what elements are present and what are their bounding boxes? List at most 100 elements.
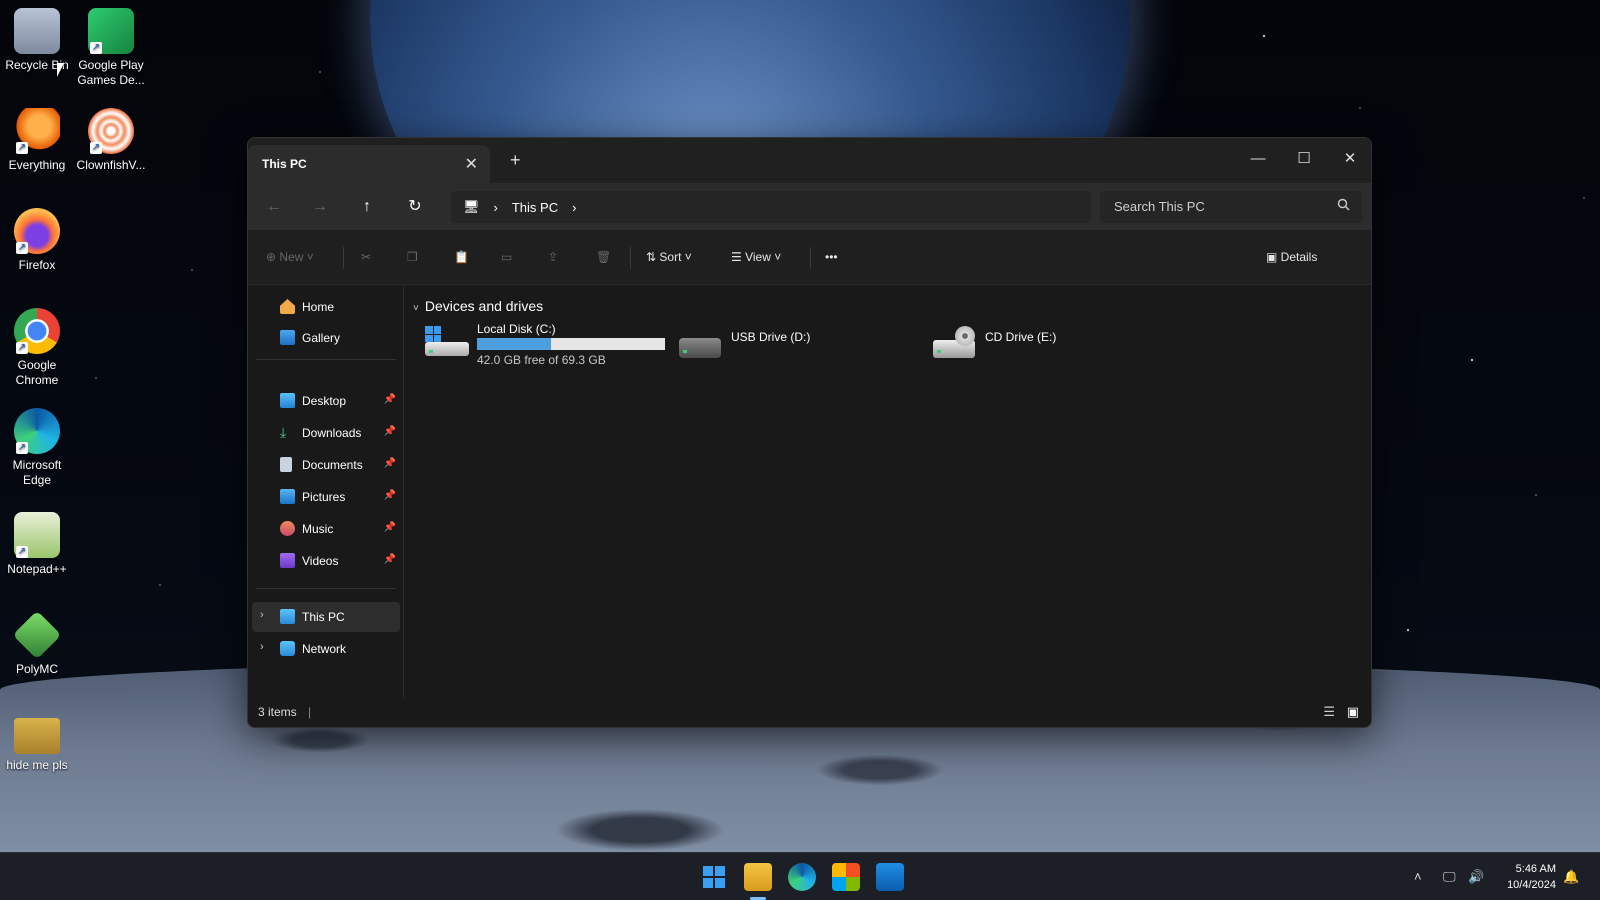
- sidebar-item-documents[interactable]: Documents 📌: [252, 450, 400, 480]
- new-tab-button[interactable]: +: [510, 150, 521, 171]
- sidebar-item-label: Music: [302, 522, 334, 536]
- edge-taskbar-icon[interactable]: [788, 863, 816, 891]
- desktop-folder-icon: [280, 393, 295, 408]
- google-play-games-icon: ↗: [88, 8, 134, 54]
- rename-icon[interactable]: ▭: [501, 250, 512, 264]
- group-header[interactable]: ˅ Devices and drives: [413, 298, 543, 314]
- desktop-icon-polymc[interactable]: PolyMC: [0, 610, 74, 677]
- file-explorer-taskbar-icon[interactable]: [744, 863, 772, 891]
- share-icon[interactable]: ⇪: [548, 250, 558, 264]
- desktop-icon-label: Google Play Games De...: [77, 58, 145, 87]
- desktop-icon-edge[interactable]: ↗ Microsoft Edge: [0, 408, 74, 488]
- desktop-icon-firefox[interactable]: ↗ Firefox: [0, 208, 74, 273]
- sidebar-item-label: Network: [302, 642, 347, 656]
- sidebar-item-music[interactable]: Music 📌: [252, 514, 400, 544]
- sidebar-item-videos[interactable]: Videos 📌: [252, 546, 400, 576]
- desktop-icon-chrome[interactable]: ↗ Google Chrome: [0, 308, 74, 388]
- desktop-icon-label: Firefox: [18, 258, 56, 272]
- desktop-icon-label: PolyMC: [15, 662, 58, 676]
- toolbar-divider: [343, 247, 344, 269]
- pin-icon[interactable]: 📌: [384, 490, 396, 501]
- paste-icon[interactable]: 📋: [454, 250, 469, 264]
- refresh-button[interactable]: ↻: [403, 195, 427, 219]
- drive-free-space: 42.0 GB free of 69.3 GB: [477, 353, 606, 367]
- recycle-bin-icon: [14, 8, 60, 54]
- maximize-button[interactable]: ☐: [1281, 144, 1327, 174]
- chevron-right-icon[interactable]: ›: [260, 641, 264, 653]
- up-button[interactable]: ↑: [355, 195, 379, 219]
- search-icon: [1337, 198, 1350, 211]
- desktop-icon-clownfish[interactable]: ↗ ClownfishV...: [74, 108, 148, 173]
- desktop-icon-everything[interactable]: ↗ Everything: [0, 108, 74, 173]
- pin-icon[interactable]: 📌: [384, 458, 396, 469]
- forward-button[interactable]: →: [308, 195, 332, 219]
- chevron-right-icon[interactable]: ›: [494, 200, 498, 215]
- usb-drive-icon: [679, 326, 723, 358]
- chevron-right-icon[interactable]: ›: [572, 200, 576, 215]
- videos-icon: [280, 553, 295, 568]
- tab-this-pc[interactable]: This PC ✕: [248, 145, 490, 183]
- sidebar-item-network[interactable]: › Network: [252, 634, 400, 664]
- search-input[interactable]: Search This PC: [1100, 191, 1362, 223]
- local-disk-icon: [425, 326, 469, 358]
- minimize-button[interactable]: —: [1235, 144, 1281, 174]
- outlook-taskbar-icon[interactable]: [876, 863, 904, 891]
- desktop-icon-label: Microsoft Edge: [12, 458, 62, 487]
- cut-icon[interactable]: ✂: [361, 250, 371, 264]
- start-button[interactable]: [700, 863, 728, 891]
- pictures-icon: [280, 489, 295, 504]
- drive-usb-d[interactable]: USB Drive (D:): [679, 320, 919, 370]
- back-button[interactable]: ←: [262, 195, 286, 219]
- desktop-icon-notepadpp[interactable]: ↗ Notepad++: [0, 512, 74, 577]
- notification-bell-icon[interactable]: 🔔: [1563, 869, 1579, 885]
- chrome-icon: ↗: [14, 308, 60, 354]
- network-icon[interactable]: 🖵: [1443, 869, 1456, 885]
- store-taskbar-icon[interactable]: [832, 863, 860, 891]
- polymc-icon: [12, 610, 62, 660]
- chevron-up-icon[interactable]: ˄: [1414, 869, 1422, 884]
- gallery-icon: [280, 330, 295, 345]
- tiles-view-icon[interactable]: ▣: [1347, 704, 1359, 720]
- tab-close-button[interactable]: ✕: [465, 154, 478, 174]
- volume-icon[interactable]: 🔊: [1468, 869, 1484, 885]
- status-bar: 3 items | ☰ ▣: [248, 699, 1371, 727]
- sidebar-item-label: This PC: [302, 610, 345, 624]
- toolbar-divider: [810, 247, 811, 269]
- more-options-button[interactable]: •••: [825, 250, 838, 264]
- breadcrumb[interactable]: 🖥 › This PC ›: [451, 191, 1091, 223]
- chevron-right-icon[interactable]: ›: [260, 609, 264, 621]
- view-button[interactable]: ☰ View ˅: [731, 250, 781, 264]
- command-bar: ⊕ New ˅ ✂ ❐ 📋 ▭ ⇪ 🗑 ⇅ Sort ˅ ☰ View ˅ ••…: [248, 231, 1371, 285]
- details-pane-button[interactable]: ▣ Details: [1266, 250, 1317, 264]
- sidebar-item-pictures[interactable]: Pictures 📌: [252, 482, 400, 512]
- details-view-icon[interactable]: ☰: [1323, 704, 1335, 720]
- sort-button[interactable]: ⇅ Sort ˅: [646, 250, 692, 264]
- new-button[interactable]: ⊕ New ˅: [266, 250, 314, 264]
- sidebar-item-gallery[interactable]: Gallery: [252, 323, 400, 353]
- home-icon: [280, 299, 295, 314]
- toolbar-divider: [630, 247, 631, 269]
- desktop-icon-hide-me-pls[interactable]: hide me pls: [0, 712, 74, 773]
- sidebar-item-desktop[interactable]: Desktop 📌: [252, 386, 400, 416]
- network-icon: [280, 641, 295, 656]
- desktop-icon-google-play-games[interactable]: ↗ Google Play Games De...: [74, 8, 148, 88]
- pin-icon[interactable]: 📌: [384, 426, 396, 437]
- monitor-icon: 🖥: [463, 199, 480, 214]
- breadcrumb-this-pc[interactable]: This PC: [512, 200, 558, 215]
- pin-icon[interactable]: 📌: [384, 394, 396, 405]
- chevron-down-icon[interactable]: ˅: [413, 303, 419, 314]
- drive-cd-e[interactable]: CD Drive (E:): [933, 320, 1173, 370]
- delete-icon[interactable]: 🗑: [596, 250, 611, 264]
- details-label: Details: [1280, 250, 1318, 264]
- drive-usage-fill: [477, 338, 552, 350]
- sidebar-item-home[interactable]: Home: [252, 292, 400, 322]
- drive-local-disk-c[interactable]: Local Disk (C:) 42.0 GB free of 69.3 GB: [425, 320, 665, 370]
- clock[interactable]: 5:46 AM 10/4/2024: [1507, 861, 1556, 893]
- windows-logo-tile: [703, 878, 713, 888]
- pin-icon[interactable]: 📌: [384, 522, 396, 533]
- sidebar-item-this-pc[interactable]: › This PC: [252, 602, 400, 632]
- copy-icon[interactable]: ❐: [407, 250, 418, 264]
- pin-icon[interactable]: 📌: [384, 554, 396, 565]
- sidebar-item-downloads[interactable]: ⤓ Downloads 📌: [252, 418, 400, 448]
- close-button[interactable]: ✕: [1327, 144, 1371, 174]
